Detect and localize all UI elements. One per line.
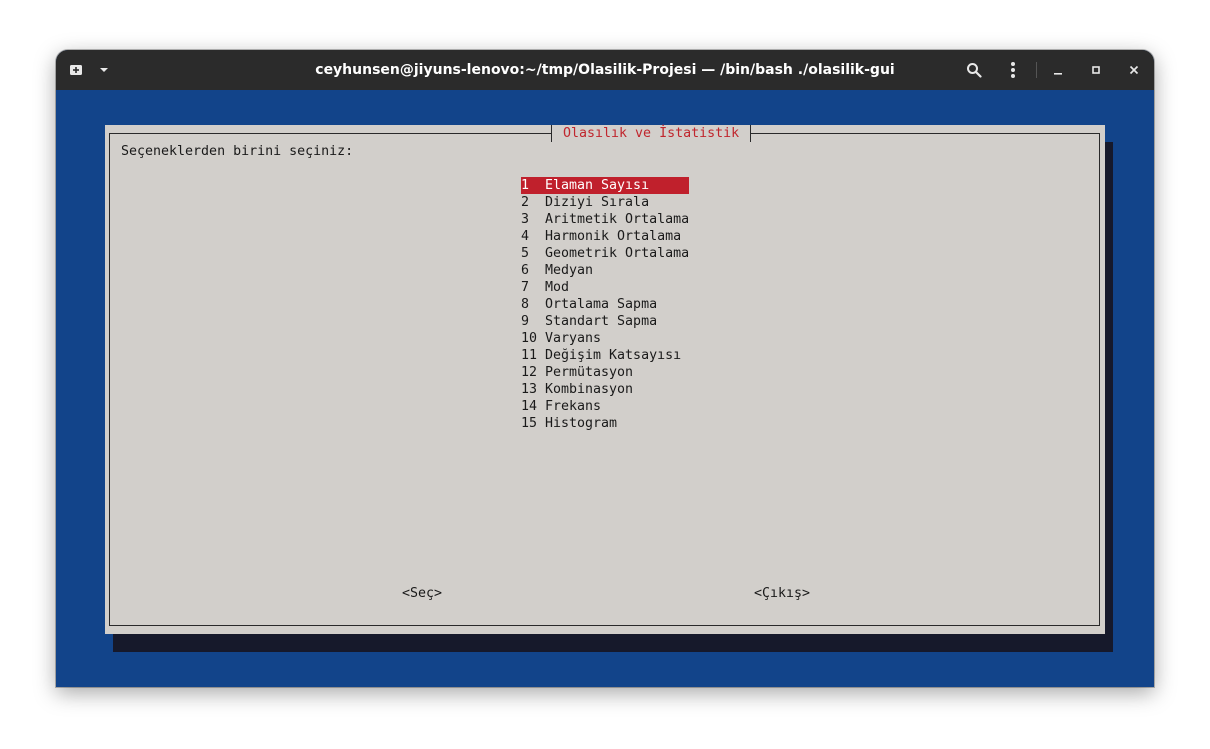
menu-item-number: 8	[521, 297, 530, 312]
menu-item[interactable]: 2 Diziyi Sırala	[521, 194, 689, 211]
menu-item-label: Harmonik Ortalama	[545, 229, 682, 244]
window-title: ceyhunsen@jiyuns-lenovo:~/tmp/Olasilik-P…	[315, 62, 895, 78]
menu-item-label: Standart Sapma	[545, 314, 658, 329]
menu-item-number: 7	[521, 280, 530, 295]
menu-item[interactable]: 15 Histogram	[521, 415, 689, 432]
title-bar: ceyhunsen@jiyuns-lenovo:~/tmp/Olasilik-P…	[56, 50, 1154, 90]
new-tab-icon	[70, 65, 82, 75]
close-button[interactable]	[1122, 50, 1146, 90]
menu-item-number: 13	[521, 382, 538, 397]
search-button[interactable]	[962, 50, 986, 90]
new-tab-button[interactable]	[64, 50, 88, 90]
menu-item-label: Ortalama Sapma	[545, 297, 658, 312]
menu-item-number: 6	[521, 263, 530, 278]
close-icon	[1129, 65, 1139, 75]
select-button[interactable]: <Seç>	[402, 585, 442, 602]
tab-menu-button[interactable]	[92, 50, 116, 90]
menu-item-label: Diziyi Sırala	[545, 195, 650, 210]
menu-item-label: Histogram	[545, 416, 618, 431]
menu-item-number: 1	[521, 178, 530, 193]
search-icon	[967, 63, 982, 78]
menu-item-label: Mod	[545, 280, 570, 295]
menu-item[interactable]: 12 Permütasyon	[521, 364, 689, 381]
menu-item[interactable]: 11 Değişim Katsayısı	[521, 347, 689, 364]
menu-item-number: 15	[521, 416, 538, 431]
menu-item-number: 14	[521, 399, 538, 414]
menu-item[interactable]: 9 Standart Sapma	[521, 313, 689, 330]
menu-item-label: Elaman Sayısı	[545, 178, 650, 193]
menu-item-label: Aritmetik Ortalama	[545, 212, 690, 227]
menu-item-number: 10	[521, 331, 538, 346]
menu-item-label: Permütasyon	[545, 365, 634, 380]
main-menu-button[interactable]	[1001, 50, 1025, 90]
menu-item-label: Frekans	[545, 399, 602, 414]
menu-item[interactable]: 10 Varyans	[521, 330, 689, 347]
menu-item-label: Geometrik Ortalama	[545, 246, 690, 261]
menu-item-number: 5	[521, 246, 530, 261]
minimize-button[interactable]	[1046, 50, 1070, 90]
terminal-area[interactable]: Olasılık ve İstatistik Seçeneklerden bir…	[56, 90, 1154, 687]
menu-item-number: 9	[521, 314, 530, 329]
menu-item-label: Kombinasyon	[545, 382, 634, 397]
titlebar-separator	[1036, 62, 1037, 78]
minimize-icon	[1054, 73, 1062, 75]
chevron-down-icon	[100, 68, 108, 72]
menu-item-number: 4	[521, 229, 530, 244]
menu-item-number: 3	[521, 212, 530, 227]
menu-item[interactable]: 13 Kombinasyon	[521, 381, 689, 398]
menu-dialog: Olasılık ve İstatistik Seçeneklerden bir…	[105, 125, 1105, 634]
menu-item[interactable]: 7 Mod	[521, 279, 689, 296]
menu-item[interactable]: 8 Ortalama Sapma	[521, 296, 689, 313]
menu-item-label: Değişim Katsayısı	[545, 348, 682, 363]
menu-item-number: 11	[521, 348, 538, 363]
exit-button[interactable]: <Çıkış>	[754, 585, 810, 602]
menu-item[interactable]: 4 Harmonik Ortalama	[521, 228, 689, 245]
menu-item[interactable]: 1 Elaman Sayısı	[521, 177, 689, 194]
menu-item-number: 12	[521, 365, 538, 380]
menu-item[interactable]: 6 Medyan	[521, 262, 689, 279]
menu-item-label: Medyan	[545, 263, 594, 278]
dialog-title: Olasılık ve İstatistik	[551, 125, 752, 142]
maximize-icon	[1092, 66, 1100, 74]
menu-item[interactable]: 14 Frekans	[521, 398, 689, 415]
menu-item-label: Varyans	[545, 331, 602, 346]
kebab-menu-icon	[1011, 62, 1015, 78]
menu-list: 1 Elaman Sayısı 2 Diziyi Sırala 3 Aritmetik…	[521, 177, 689, 432]
maximize-button[interactable]	[1084, 50, 1108, 90]
dialog-prompt: Seçeneklerden birini seçiniz:	[121, 144, 354, 159]
menu-item-number: 2	[521, 195, 530, 210]
terminal-window: ceyhunsen@jiyuns-lenovo:~/tmp/Olasilik-P…	[56, 50, 1154, 687]
menu-item[interactable]: 5 Geometrik Ortalama	[521, 245, 689, 262]
menu-item[interactable]: 3 Aritmetik Ortalama	[521, 211, 689, 228]
